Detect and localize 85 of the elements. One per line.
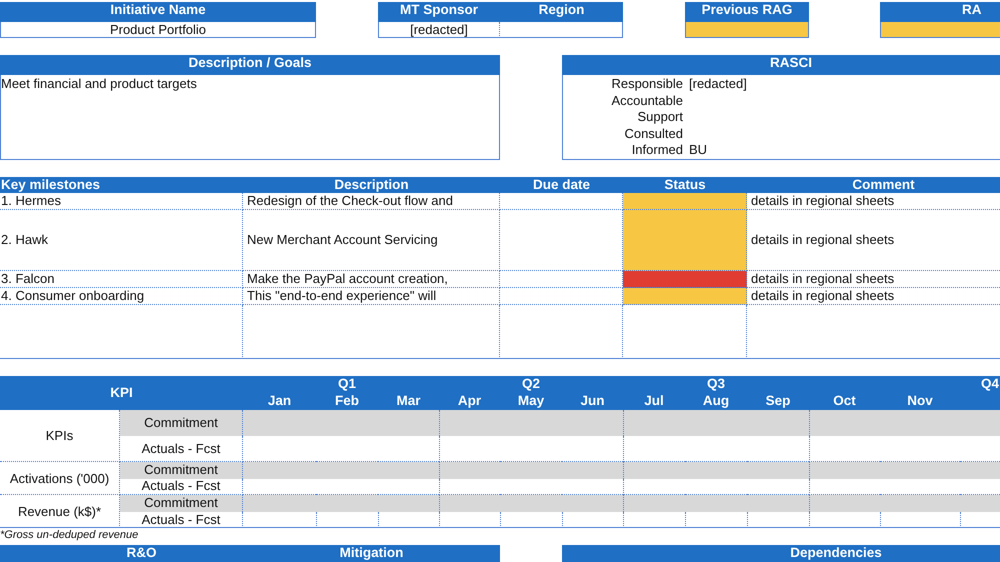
kpi-cell [378,462,439,479]
section-header: RASCI [562,55,1000,75]
kpi-cell [562,495,623,512]
quarter-header: Q3 [706,376,726,393]
rasci-role: Responsible [610,76,683,92]
month-header: May [516,393,546,410]
rasci-value: [redacted] [689,76,748,92]
column-header: Initiative Name [0,2,316,22]
kpi-cell [500,512,562,528]
kpi-cell [747,410,809,436]
milestone-name: 2. Hawk [0,210,243,271]
milestone-description: This "end-to-end experience" will [243,288,500,305]
kpi-cell [623,410,685,436]
milestone-name: 4. Consumer onboarding [0,288,243,305]
milestone-comment: details in regional sheets [747,288,1000,305]
description-text: Meet financial and product targets [0,75,500,160]
kpi-cell [439,512,500,528]
initiative-value: Product Portfolio [0,22,316,38]
kpi-row-label: Commitment [120,462,243,479]
kpi-cell [809,462,880,479]
column-header: Due date [500,177,623,193]
column-header: Region [500,2,623,22]
kpi-cell [747,462,809,479]
column-header: RA [880,2,1000,22]
kpi-cell [747,495,809,512]
milestone-comment: details in regional sheets [747,193,1000,210]
kpi-row-label: Commitment [120,410,243,436]
rasci-role: Informed [630,142,683,158]
kpi-cell [685,512,747,528]
kpi-cell [562,410,623,436]
column-header: Key milestones [0,177,243,193]
milestone-comment: details in regional sheets [747,210,1000,271]
month-header: Feb [334,393,360,410]
column-header: KPI [109,384,134,402]
rasci-value: BU [689,142,708,158]
month-header: Jun [579,393,606,410]
quarter-header: Q4 [980,376,1000,393]
kpi-cell [562,462,623,479]
rasci-role: Consulted [623,126,683,142]
quarter-header: Q2 [520,376,541,393]
column-header: Previous RAG [685,2,809,22]
section-header: Dependencies [562,545,1000,562]
kpi-cell [747,512,809,528]
column-header: Comment [747,177,1000,193]
month-header: Aug [702,393,730,410]
kpi-row-label: Commitment [120,495,243,512]
kpi-cell [623,462,685,479]
kpi-cell [378,410,439,436]
milestone-description: Redesign of the Check-out flow and [243,193,500,210]
month-header: Nov [906,393,934,410]
footnote: *Gross un-deduped revenue [0,528,140,542]
month-header: Jul [643,393,665,410]
column-header: Description [243,177,500,193]
sponsor-value: [redacted] [378,22,500,38]
column-header: Status [623,177,747,193]
month-header: Jan [266,393,292,410]
kpi-cell [439,410,500,436]
section-header: Mitigation [243,545,500,562]
milestone-description: New Merchant Account Servicing [243,210,500,271]
kpi-cell [378,495,439,512]
milestone-name: 1. Hermes [0,193,243,210]
section-header: Description / Goals [0,55,500,75]
month-header: Mar [395,393,422,410]
kpi-cell [439,462,500,479]
kpi-row-label: Actuals - Fcst [120,512,243,528]
month-header: Sep [764,393,792,410]
milestone-comment: details in regional sheets [747,271,1000,288]
rasci-role: Support [636,109,683,126]
month-header: Oct [832,393,857,410]
kpi-cell [378,512,439,528]
section-header: R&O [0,545,243,562]
kpi-cell [809,410,880,436]
milestone-description: Make the PayPal account creation, [243,271,500,288]
kpi-cell [623,495,685,512]
kpi-cell [623,512,685,528]
column-header: MT Sponsor [378,2,500,22]
kpi-cell [439,495,500,512]
quarter-header: Q1 [336,376,357,393]
milestone-name: 3. Falcon [0,271,243,288]
kpi-cell [316,512,378,528]
rasci-role: Accountable [610,92,683,109]
kpi-cell [809,495,880,512]
kpi-cell [562,512,623,528]
month-header: Apr [456,393,482,410]
kpi-cell [809,512,880,528]
